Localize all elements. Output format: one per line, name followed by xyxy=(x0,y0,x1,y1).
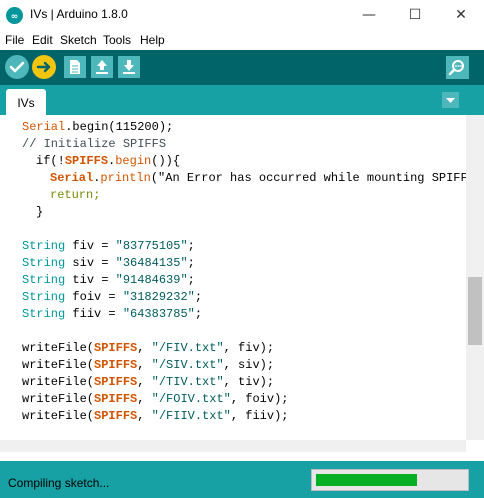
upload-button[interactable] xyxy=(32,55,56,79)
minimize-button[interactable]: — xyxy=(346,0,392,30)
save-button[interactable] xyxy=(118,56,140,78)
code-line: String fiv = "83775105"; xyxy=(22,239,195,253)
scrollbar-thumb[interactable] xyxy=(468,277,482,345)
progress-fill xyxy=(316,474,417,486)
tab-menu-button[interactable] xyxy=(442,92,459,108)
title-bar: ∞ IVs | Arduino 1.8.0 — ☐ ✕ xyxy=(0,0,484,30)
open-upload-icon xyxy=(96,60,108,74)
code-line: String siv = "36484135"; xyxy=(22,256,195,270)
code-line: String fiiv = "64383785"; xyxy=(22,307,203,321)
tab-bar: IVs xyxy=(0,85,484,115)
code-line: writeFile(SPIFFS, "/FIV.txt", fiv); xyxy=(22,341,275,355)
menu-tools[interactable]: Tools xyxy=(103,33,131,47)
menu-sketch[interactable]: Sketch xyxy=(60,33,97,47)
code-line: String tiv = "91484639"; xyxy=(22,273,195,287)
save-download-icon xyxy=(123,60,135,74)
checkmark-icon xyxy=(9,61,25,73)
code-line: Serial.begin(115200); xyxy=(22,120,174,134)
tab-ivs[interactable]: IVs xyxy=(6,89,46,115)
menu-bar: File Edit Sketch Tools Help xyxy=(0,30,484,50)
vertical-scrollbar[interactable] xyxy=(466,115,484,440)
menu-file[interactable]: File xyxy=(5,33,24,47)
verify-button[interactable] xyxy=(5,55,29,79)
editor-console-divider[interactable] xyxy=(0,452,484,461)
open-button[interactable] xyxy=(91,56,113,78)
close-button[interactable]: ✕ xyxy=(438,0,484,30)
arduino-logo-icon: ∞ xyxy=(6,7,23,24)
new-file-icon xyxy=(70,60,80,74)
code-line: writeFile(SPIFFS, "/FIIV.txt", fiiv); xyxy=(22,409,289,423)
menu-edit[interactable]: Edit xyxy=(32,33,53,47)
status-bar: Compiling sketch... xyxy=(0,461,484,498)
code-line: Serial.println("An Error has occurred wh… xyxy=(50,171,466,185)
code-line: String foiv = "31829232"; xyxy=(22,290,203,304)
window-title: IVs | Arduino 1.8.0 xyxy=(30,7,128,21)
menu-help[interactable]: Help xyxy=(140,33,165,47)
code-line: if(!SPIFFS.begin()){ xyxy=(36,154,181,168)
code-line: } xyxy=(36,205,44,219)
code-line: writeFile(SPIFFS, "/FOIV.txt", foiv); xyxy=(22,392,289,406)
chevron-down-icon xyxy=(446,98,455,103)
magnifier-icon xyxy=(448,60,464,76)
status-text: Compiling sketch... xyxy=(8,476,110,490)
maximize-button[interactable]: ☐ xyxy=(392,0,438,30)
progress-bar xyxy=(311,469,469,491)
code-line: writeFile(SPIFFS, "/TIV.txt", tiv); xyxy=(22,375,275,389)
code-comment: // Initialize SPIFFS xyxy=(22,137,167,151)
serial-monitor-button[interactable] xyxy=(446,56,469,79)
toolbar xyxy=(0,50,484,85)
new-sketch-button[interactable] xyxy=(64,56,86,78)
code-line: return; xyxy=(50,188,101,202)
horizontal-scrollbar[interactable] xyxy=(0,440,466,452)
arrow-right-icon xyxy=(36,61,51,73)
svg-text:∞: ∞ xyxy=(11,12,19,22)
code-line: writeFile(SPIFFS, "/SIV.txt", siv); xyxy=(22,358,275,372)
code-editor[interactable]: Serial.begin(115200); // Initialize SPIF… xyxy=(0,115,466,440)
